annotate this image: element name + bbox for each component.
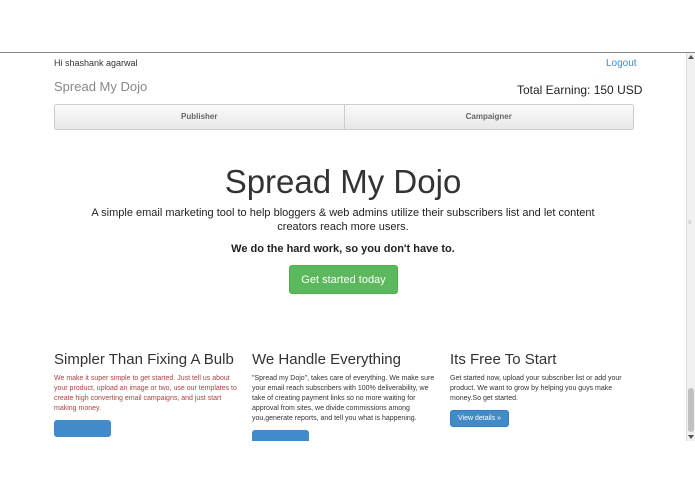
vertical-scrollbar[interactable]: ≡ <box>686 53 695 441</box>
view-details-button[interactable] <box>54 420 111 437</box>
window-top-area <box>0 0 695 53</box>
total-earning: Total Earning: 150 USD <box>517 83 643 97</box>
feature-text: We make it super simple to get started. … <box>54 375 237 412</box>
feature-column-simple: Simpler Than Fixing A Bulb We make it su… <box>54 351 242 437</box>
feature-text: "Spread my Dojo", takes care of everythi… <box>252 375 435 422</box>
logout-link[interactable]: Logout <box>606 58 637 69</box>
view-details-button[interactable] <box>252 430 309 441</box>
scroll-grip-icon: ≡ <box>688 220 692 226</box>
brand-logo-text[interactable]: Spread My Dojo <box>54 79 147 94</box>
window-bottom-area <box>0 441 695 494</box>
role-nav-bar: Publisher Campaigner <box>54 104 634 130</box>
hero-tagline: We do the hard work, so you don't have t… <box>231 243 455 255</box>
user-greeting: Hi shashank agarwal <box>54 58 138 68</box>
view-details-button[interactable]: View details » <box>450 410 510 427</box>
feature-title: Its Free To Start <box>450 351 557 368</box>
get-started-button[interactable]: Get started today <box>289 265 398 294</box>
feature-text: Get started now, upload your subscriber … <box>450 375 622 402</box>
hero-description: A simple email marketing tool to help bl… <box>91 207 595 233</box>
feature-column-handle: We Handle Everything "Spread my Dojo", t… <box>252 351 440 441</box>
feature-title: Simpler Than Fixing A Bulb <box>54 351 234 368</box>
page-viewport: Hi shashank agarwal Logout Spread My Doj… <box>0 53 686 441</box>
tab-campaigner[interactable]: Campaigner <box>343 105 634 129</box>
tab-publisher[interactable]: Publisher <box>55 105 344 129</box>
hero-title: Spread My Dojo <box>224 163 462 200</box>
scroll-down-icon[interactable] <box>688 435 694 439</box>
feature-title: We Handle Everything <box>252 351 401 368</box>
feature-column-free: Its Free To Start Get started now, uploa… <box>450 351 638 427</box>
scroll-up-icon[interactable] <box>688 55 694 59</box>
scrollbar-thumb[interactable] <box>688 388 694 432</box>
